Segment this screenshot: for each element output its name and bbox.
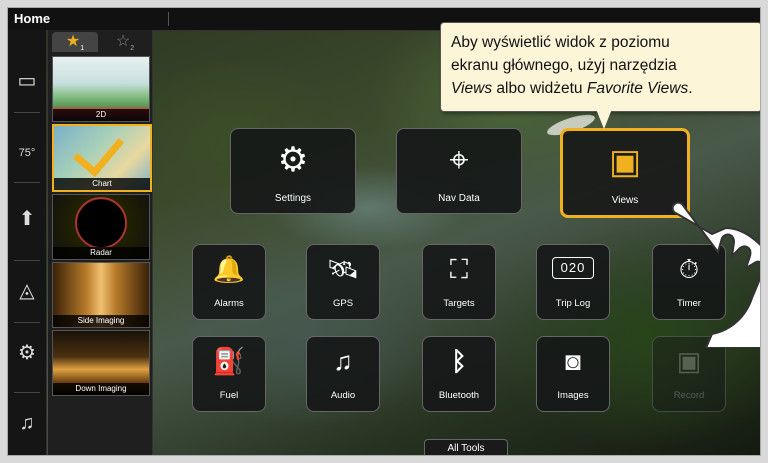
tile-label: Settings bbox=[274, 193, 312, 204]
page-title: Home bbox=[14, 11, 51, 26]
rail-divider bbox=[14, 392, 40, 393]
callout-line-1: Aby wyświetlić widok z poziomu bbox=[451, 34, 670, 51]
alarms-tile[interactable]: 🔔 Alarms bbox=[192, 244, 266, 320]
tile-label: Audio bbox=[330, 390, 356, 401]
tile-label: Record bbox=[673, 390, 705, 401]
view-thumb-chart[interactable]: Chart bbox=[52, 124, 152, 192]
favorites-tab-1[interactable]: ★1 bbox=[52, 32, 98, 52]
tile-label: Fuel bbox=[219, 390, 239, 401]
tile-label: Alarms bbox=[214, 298, 244, 309]
checkmark-icon bbox=[72, 126, 125, 178]
favorite-views-panel: ★1 ☆2 2D Chart Radar Side Imaging Down I… bbox=[48, 30, 153, 455]
callout-text: Aby wyświetlić widok z poziomu ekranu gł… bbox=[451, 31, 751, 100]
callout-mid: albo widżetu bbox=[492, 80, 587, 97]
tile-label: GPS bbox=[332, 298, 354, 309]
targets-tile[interactable]: ⛶ Targets bbox=[422, 244, 496, 320]
instruction-callout: Aby wyświetlić widok z poziomu ekranu gł… bbox=[440, 22, 760, 112]
camera-icon: ◙ bbox=[565, 346, 581, 376]
trip-log-tile[interactable]: 020 Trip Log bbox=[536, 244, 610, 320]
fuel-tile[interactable]: ⛽ Fuel bbox=[192, 336, 266, 412]
callout-views-word: Views bbox=[451, 80, 493, 97]
gear-icon: ⚙ bbox=[277, 141, 309, 179]
callout-line-2: ekranu głównego, użyj narzędzia bbox=[451, 57, 677, 74]
left-icon-rail: ▭ 75° ⬆ ◬ ⚙ ♫ bbox=[8, 30, 47, 455]
topbar-divider bbox=[168, 12, 169, 26]
view-thumb-down-imaging[interactable]: Down Imaging bbox=[52, 330, 150, 396]
audio-tile[interactable]: ♫ Audio bbox=[306, 336, 380, 412]
favorites-tabs: ★1 ☆2 bbox=[48, 30, 152, 54]
tile-label: Nav Data bbox=[438, 193, 480, 204]
star-outline-icon: ☆ bbox=[115, 33, 131, 50]
views-icon: ▣ bbox=[608, 143, 642, 181]
bell-icon: 🔔 bbox=[212, 254, 246, 284]
all-tools-button[interactable]: All Tools bbox=[424, 439, 508, 455]
tile-label: Images bbox=[557, 390, 589, 401]
music-note-icon: ♫ bbox=[333, 346, 353, 376]
gauge-75-icon[interactable]: 75° bbox=[14, 140, 40, 166]
fuel-pump-icon: ⛽ bbox=[212, 346, 246, 376]
thumb-label: Chart bbox=[54, 178, 150, 190]
tile-label: Targets bbox=[443, 298, 475, 309]
settings-tile[interactable]: ⚙ Settings bbox=[230, 128, 356, 214]
map-pin-icon: ⌖ bbox=[449, 141, 469, 179]
pointing-hand-icon bbox=[671, 201, 760, 348]
rail-divider bbox=[14, 260, 40, 261]
callout-fav-word: Favorite Views bbox=[586, 80, 689, 97]
star-filled-icon: ★ bbox=[65, 33, 81, 50]
rail-divider bbox=[14, 182, 40, 183]
bluetooth-tile[interactable]: ᛒ Bluetooth bbox=[422, 336, 496, 412]
view-thumb-radar[interactable]: Radar bbox=[52, 194, 150, 260]
music-note-icon[interactable]: ♫ bbox=[14, 410, 40, 436]
nav-data-tile[interactable]: ⌖ Nav Data bbox=[396, 128, 522, 214]
view-thumb-2d[interactable]: 2D bbox=[52, 56, 150, 122]
gps-tile[interactable]: 🛰 GPS bbox=[306, 244, 380, 320]
thumb-label: Down Imaging bbox=[53, 383, 149, 395]
tile-label: Bluetooth bbox=[438, 390, 480, 401]
views-rail-icon[interactable]: ▭ bbox=[14, 68, 40, 94]
radar-ring-icon bbox=[75, 197, 127, 249]
odometer-icon: 020 bbox=[552, 257, 594, 279]
rail-divider bbox=[14, 322, 40, 323]
navigation-icon[interactable]: ◬ bbox=[14, 278, 40, 304]
motor-icon[interactable]: ⚙ bbox=[14, 340, 40, 366]
device-screen: Home ▭ 75° ⬆ ◬ ⚙ ♫ ★1 ☆2 2D Chart Radar … bbox=[8, 8, 760, 455]
target-icon: ⛶ bbox=[449, 254, 469, 284]
favorites-tab-2[interactable]: ☆2 bbox=[102, 32, 148, 52]
boat-icon[interactable]: ⬆ bbox=[14, 206, 40, 232]
tab-number: 2 bbox=[130, 45, 135, 53]
callout-end: . bbox=[688, 80, 693, 97]
bluetooth-icon: ᛒ bbox=[451, 346, 467, 376]
thumb-label: Side Imaging bbox=[53, 315, 149, 327]
satellite-icon: 🛰 bbox=[326, 254, 360, 284]
rail-divider bbox=[14, 112, 40, 113]
thumb-label: Radar bbox=[53, 247, 149, 259]
tab-number: 1 bbox=[80, 45, 85, 53]
tile-label: Trip Log bbox=[555, 298, 591, 309]
thumb-label: 2D bbox=[53, 109, 149, 121]
callout-pointer bbox=[596, 109, 612, 129]
images-tile[interactable]: ◙ Images bbox=[536, 336, 610, 412]
view-thumb-side-imaging[interactable]: Side Imaging bbox=[52, 262, 150, 328]
